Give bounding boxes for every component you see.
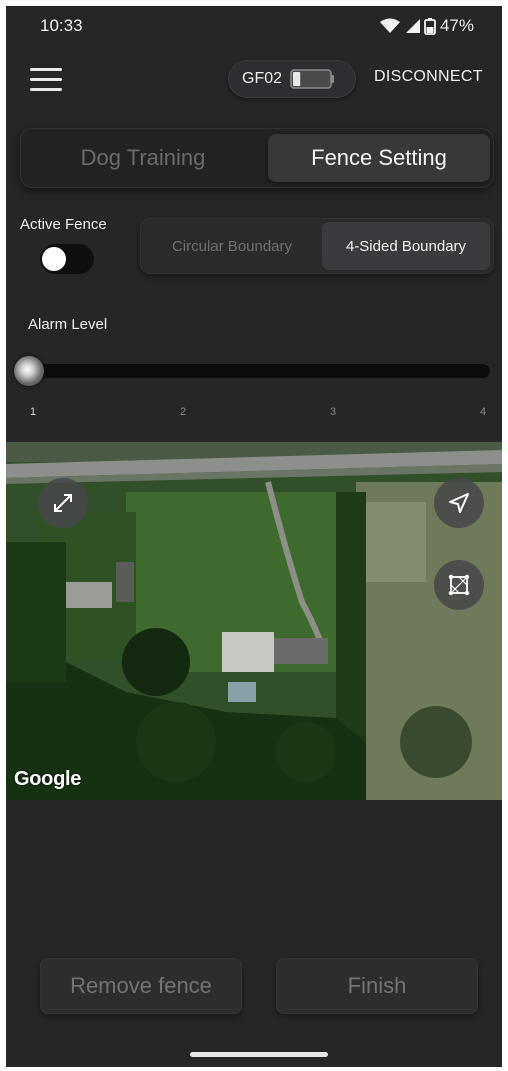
alarm-level-slider-track[interactable]: [20, 364, 490, 378]
status-time: 10:33: [40, 16, 83, 35]
alarm-tick-2: 2: [180, 406, 187, 418]
satellite-map[interactable]: Google: [6, 442, 502, 800]
active-fence-toggle[interactable]: [40, 244, 94, 274]
remove-fence-button[interactable]: Remove fence: [40, 958, 242, 1014]
google-logo: Google: [14, 768, 82, 790]
app-screen: 10:33 47% GF02 DISCONNECT Dog Training F…: [6, 6, 502, 1067]
status-icons: 47%: [379, 16, 474, 36]
alarm-level-label: Alarm Level: [28, 316, 108, 333]
wifi-icon: [379, 18, 400, 34]
battery-status-icon: [424, 17, 436, 35]
signal-icon: [404, 18, 420, 34]
boundary-type-selector: Circular Boundary 4-Sided Boundary: [140, 218, 494, 274]
circular-boundary-option[interactable]: Circular Boundary: [146, 222, 318, 270]
menu-icon: [30, 68, 62, 71]
navigate-icon: [449, 493, 469, 513]
alarm-level-slider-thumb[interactable]: [14, 356, 44, 386]
menu-icon-bar: [30, 78, 62, 81]
tab-fence-setting[interactable]: Fence Setting: [268, 134, 490, 182]
alarm-tick-1: 1: [30, 406, 37, 418]
device-status-pill[interactable]: GF02: [228, 60, 356, 98]
device-name: GF02: [242, 70, 283, 87]
four-sided-boundary-option[interactable]: 4-Sided Boundary: [322, 222, 490, 270]
locate-button[interactable]: [434, 478, 484, 528]
battery-percent: 47%: [439, 16, 474, 35]
mode-tabs: Dog Training Fence Setting: [20, 128, 494, 188]
active-fence-label: Active Fence: [20, 216, 107, 233]
polygon-icon: [448, 574, 470, 596]
draw-polygon-button[interactable]: [434, 560, 484, 610]
menu-button[interactable]: [30, 68, 62, 92]
disconnect-button[interactable]: DISCONNECT: [374, 68, 483, 86]
device-battery-icon: [290, 68, 336, 90]
tab-dog-training[interactable]: Dog Training: [26, 134, 260, 182]
alarm-tick-3: 3: [330, 406, 337, 418]
menu-icon-bar: [30, 88, 62, 91]
finish-button[interactable]: Finish: [276, 958, 478, 1014]
expand-map-button[interactable]: [38, 478, 88, 528]
home-indicator[interactable]: [190, 1052, 328, 1057]
toggle-knob: [42, 247, 66, 271]
alarm-tick-4: 4: [480, 406, 487, 418]
expand-icon: [54, 494, 72, 512]
